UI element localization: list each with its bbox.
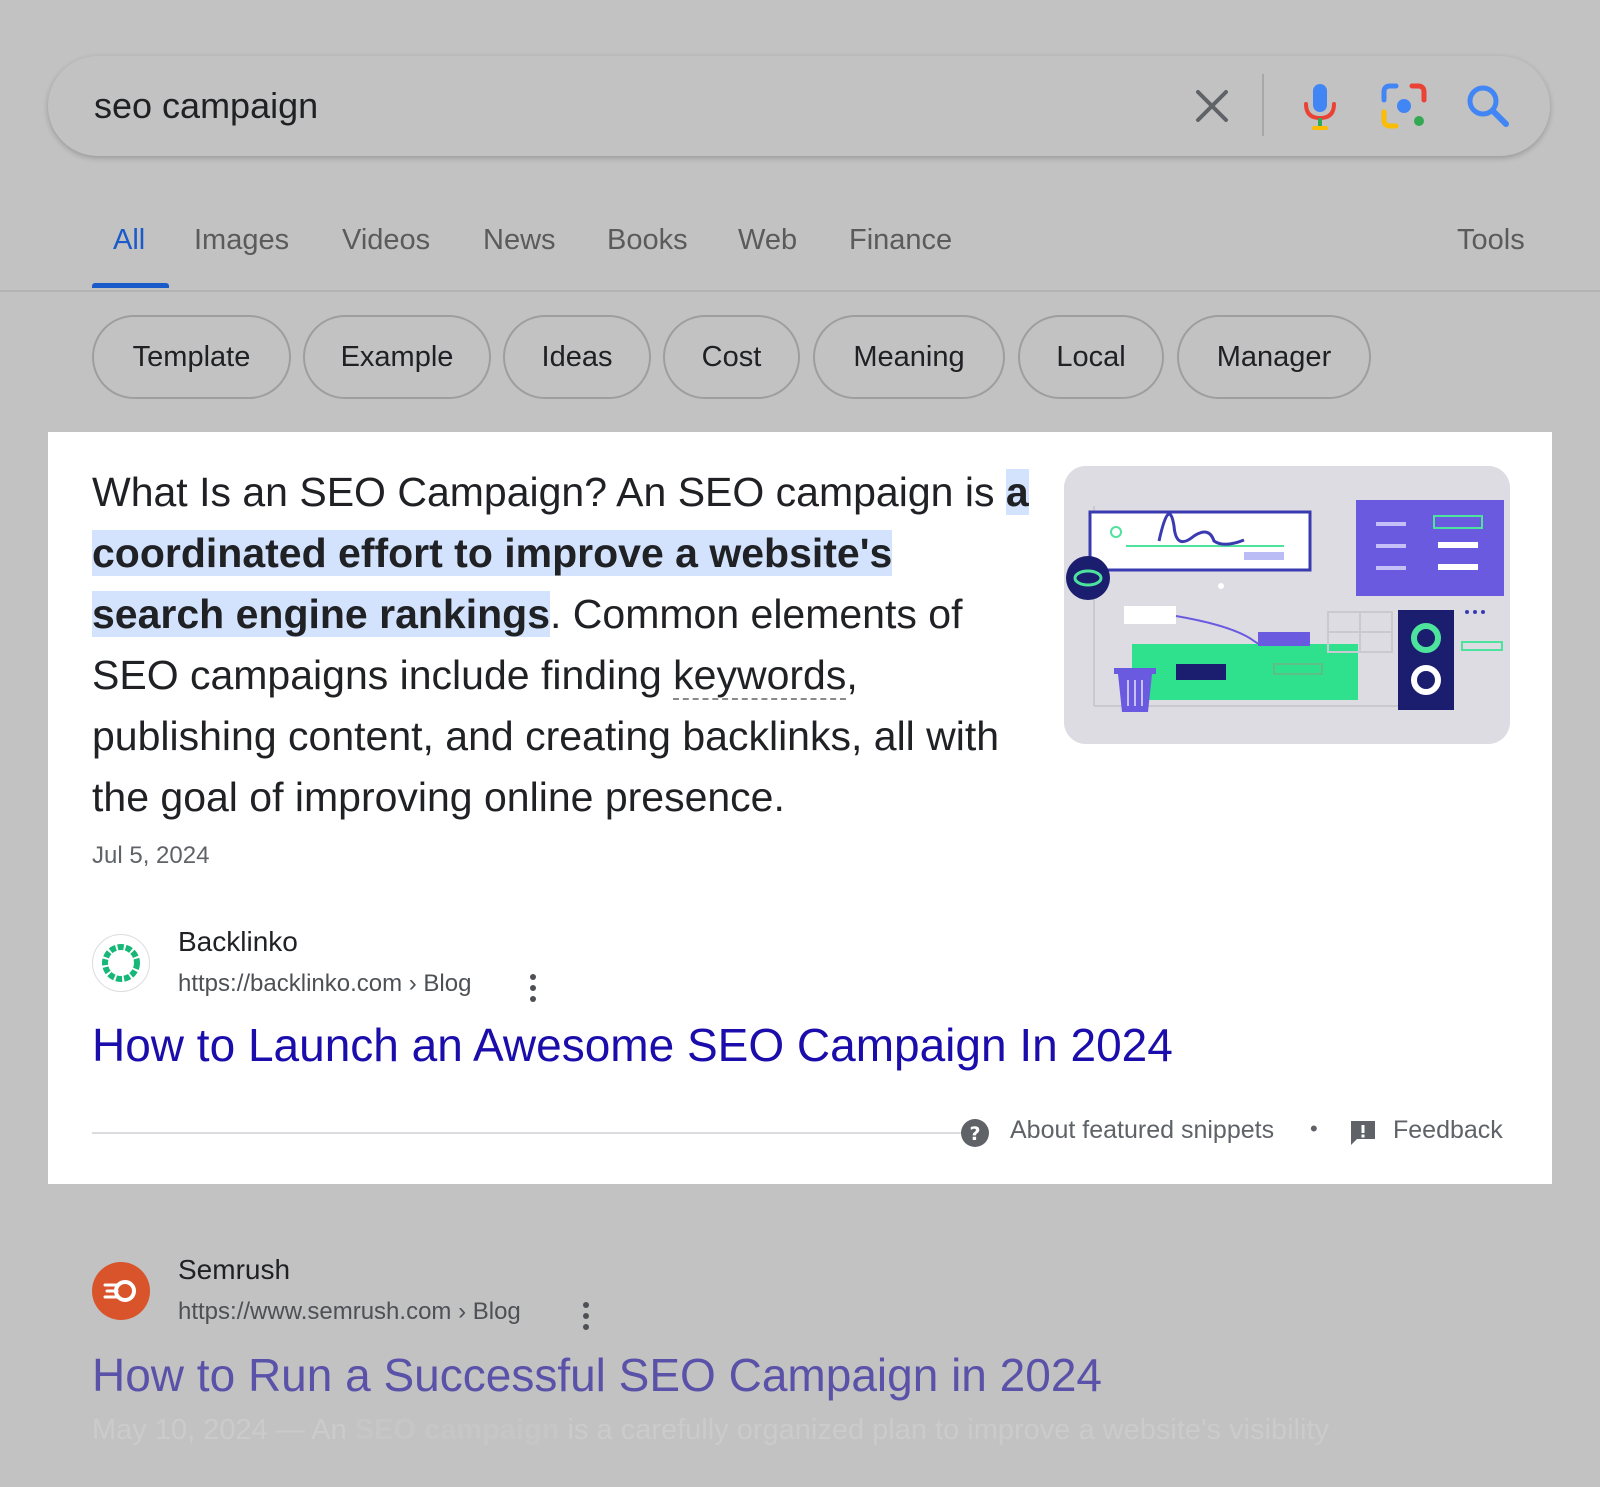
feedback-link[interactable]: Feedback — [1393, 1116, 1503, 1145]
backlinko-favicon[interactable] — [92, 934, 150, 992]
chip-ideas[interactable]: Ideas — [503, 315, 651, 399]
active-tab-indicator — [92, 283, 169, 288]
source-url[interactable]: https://backlinko.com › Blog — [178, 970, 471, 998]
svg-text:?: ? — [969, 1123, 980, 1145]
search-icon[interactable] — [1460, 78, 1516, 134]
snippet-text: What Is an SEO Campaign? An SEO campaign… — [92, 462, 1032, 828]
chip-local[interactable]: Local — [1018, 315, 1164, 399]
tab-images[interactable]: Images — [194, 224, 289, 257]
search-bar-divider — [1262, 74, 1264, 136]
footer-separator: • — [1310, 1116, 1318, 1141]
close-icon[interactable] — [1188, 82, 1236, 130]
source-name[interactable]: Backlinko — [178, 926, 298, 958]
snippet-date: Jul 5, 2024 — [92, 842, 210, 869]
tab-finance[interactable]: Finance — [849, 224, 952, 257]
result-snippet: May 10, 2024 — An SEO campaign is a care… — [92, 1414, 1329, 1447]
chip-template[interactable]: Template — [92, 315, 291, 399]
seo-illustration — [1064, 466, 1510, 744]
tab-web[interactable]: Web — [738, 224, 797, 257]
chip-meaning[interactable]: Meaning — [813, 315, 1005, 399]
tab-videos[interactable]: Videos — [342, 224, 430, 257]
snippet-divider — [92, 1132, 976, 1134]
result-title[interactable]: How to Run a Successful SEO Campaign in … — [92, 1348, 1102, 1402]
tab-books[interactable]: Books — [607, 224, 688, 257]
more-vert-icon[interactable] — [523, 972, 543, 1004]
result-snippet-text: is a carefully organized plan to improve… — [559, 1414, 1330, 1446]
microphone-icon[interactable] — [1292, 78, 1348, 134]
chip-example[interactable]: Example — [303, 315, 491, 399]
question-circle-icon[interactable]: ? — [960, 1118, 990, 1148]
chip-manager[interactable]: Manager — [1177, 315, 1371, 399]
chip-cost[interactable]: Cost — [663, 315, 800, 399]
snippet-thumbnail[interactable] — [1064, 466, 1510, 744]
camera-lens-icon[interactable] — [1376, 78, 1432, 134]
snippet-text-intro: What Is an SEO Campaign? An SEO campaign… — [92, 469, 1006, 515]
keywords-link[interactable]: keywords — [673, 652, 847, 700]
featured-snippet: What Is an SEO Campaign? An SEO campaign… — [48, 432, 1552, 1184]
feedback-icon[interactable] — [1348, 1118, 1378, 1148]
search-input[interactable]: seo campaign — [94, 84, 318, 128]
search-tabs: All Images Videos News Books Web Finance… — [0, 220, 1600, 292]
result-source-url[interactable]: https://www.semrush.com › Blog — [178, 1298, 521, 1326]
tab-news[interactable]: News — [483, 224, 556, 257]
semrush-favicon[interactable] — [92, 1262, 150, 1320]
more-vert-icon[interactable] — [576, 1300, 596, 1332]
tab-all[interactable]: All — [113, 224, 145, 257]
tools-button[interactable]: Tools — [1457, 224, 1525, 257]
result-source-name[interactable]: Semrush — [178, 1254, 290, 1286]
snippet-result-title[interactable]: How to Launch an Awesome SEO Campaign In… — [92, 1018, 1173, 1072]
result-snippet-date: May 10, 2024 — An — [92, 1414, 355, 1446]
result-snippet-bold: SEO campaign — [354, 1414, 560, 1446]
about-featured-snippets-link[interactable]: About featured snippets — [1010, 1116, 1274, 1145]
search-bar: seo campaign — [48, 56, 1550, 156]
